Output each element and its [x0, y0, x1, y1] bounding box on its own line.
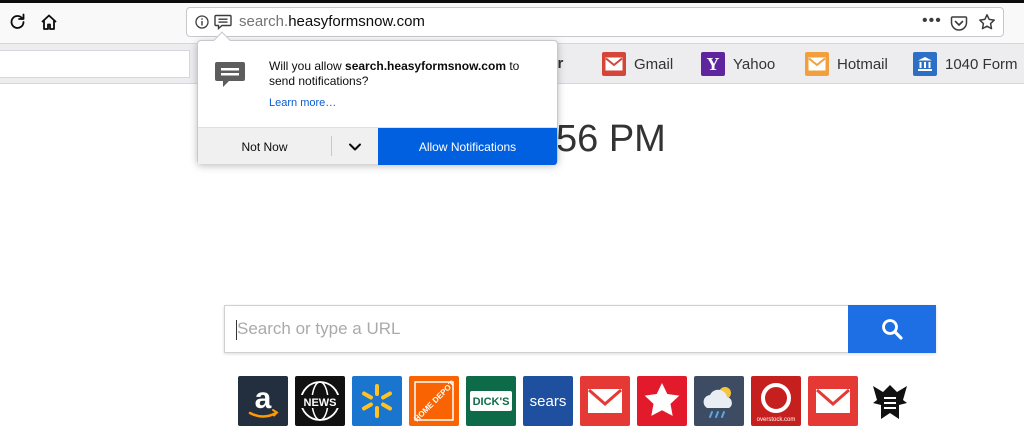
search-input[interactable] — [225, 306, 847, 352]
pocket-icon[interactable] — [950, 14, 968, 32]
reload-icon[interactable] — [5, 10, 29, 34]
bookmark-1040-form[interactable]: 1040 Form — [913, 51, 1018, 77]
url-subdomain: search. — [239, 13, 289, 30]
tile-amazon[interactable]: a — [238, 376, 288, 426]
walmart-spark-icon — [362, 384, 392, 418]
text-cursor — [236, 320, 237, 340]
bookmark-label: Hotmail — [837, 55, 888, 73]
bookmark-gmail[interactable]: Gmail — [602, 51, 673, 77]
yahoo-icon: Y — [701, 52, 725, 76]
notification-permission-popup: Will you allow search.heasyformsnow.com … — [197, 31, 558, 165]
bookmark-label: Gmail — [634, 55, 674, 73]
tile-weather[interactable] — [694, 376, 744, 426]
irs-eagle-icon — [873, 385, 907, 419]
star-icon — [644, 383, 680, 416]
tile-home-depot-label: HOME DEPOT — [412, 379, 456, 423]
bank-icon — [913, 52, 937, 76]
notification-permission-icon[interactable] — [214, 14, 232, 30]
search-box[interactable] — [224, 305, 936, 353]
url-domain: heasyformsnow.com — [288, 13, 425, 30]
question-prefix: Will you allow — [269, 59, 346, 73]
search-button[interactable] — [848, 305, 936, 353]
window-edge — [0, 0, 1024, 3]
search-icon — [882, 319, 903, 340]
tile-sears-label: sears — [530, 393, 567, 410]
learn-more-link[interactable]: Learn more… — [269, 97, 336, 109]
home-icon[interactable] — [37, 10, 61, 34]
tile-home-depot[interactable]: HOME DEPOT — [409, 376, 459, 426]
tile-amazon-label: a — [255, 382, 272, 415]
bookmark-label: Yahoo — [733, 55, 776, 73]
info-icon[interactable] — [195, 15, 209, 29]
bookmark-yahoo[interactable]: Y Yahoo — [701, 51, 775, 77]
not-now-button[interactable]: Not Now — [198, 128, 331, 165]
bookmark-hotmail[interactable]: Hotmail — [805, 51, 888, 77]
more-options-dropdown[interactable] — [332, 128, 378, 165]
tile-walmart[interactable] — [352, 376, 402, 426]
address-bar[interactable]: search.heasyformsnow.com ••• — [186, 7, 1004, 37]
notification-question: Will you allow search.heasyformsnow.com … — [269, 59, 539, 89]
gmail-icon — [602, 52, 626, 76]
tile-news-label: NEWS — [304, 397, 337, 409]
popup-actions: Not Now Allow Notifications — [198, 127, 557, 165]
bookmark-label: 1040 Form — [945, 55, 1018, 73]
mail-icon — [588, 388, 622, 413]
url-text[interactable]: search.heasyformsnow.com — [239, 13, 425, 30]
browser-toolbar: search.heasyformsnow.com ••• — [0, 0, 1024, 44]
question-domain: search.heasyformsnow.com — [345, 59, 506, 73]
page-actions-menu-icon[interactable]: ••• — [922, 12, 942, 30]
allow-notifications-button[interactable]: Allow Notifications — [378, 128, 557, 165]
tile-irs[interactable] — [865, 376, 915, 426]
tile-dicks-label: DICK'S — [473, 396, 510, 408]
tile-mail[interactable] — [808, 376, 858, 426]
notification-message-icon — [215, 62, 245, 87]
tile-macys[interactable] — [637, 376, 687, 426]
tile-dicks[interactable]: DICK'S — [466, 376, 516, 426]
mail-icon — [816, 388, 850, 413]
tile-news[interactable]: NEWS — [295, 376, 345, 426]
tile-mail[interactable] — [580, 376, 630, 426]
page-search-box[interactable] — [0, 50, 190, 78]
tile-overstock[interactable]: overstock.com — [751, 376, 801, 426]
clock-time: 56 PM — [556, 118, 666, 160]
weather-icon — [703, 387, 732, 418]
tile-overstock-label: overstock.com — [757, 417, 796, 423]
hotmail-icon — [805, 52, 829, 76]
tile-sears[interactable]: sears — [523, 376, 573, 426]
chevron-down-icon — [349, 143, 361, 150]
bookmark-star-icon[interactable] — [978, 13, 996, 31]
